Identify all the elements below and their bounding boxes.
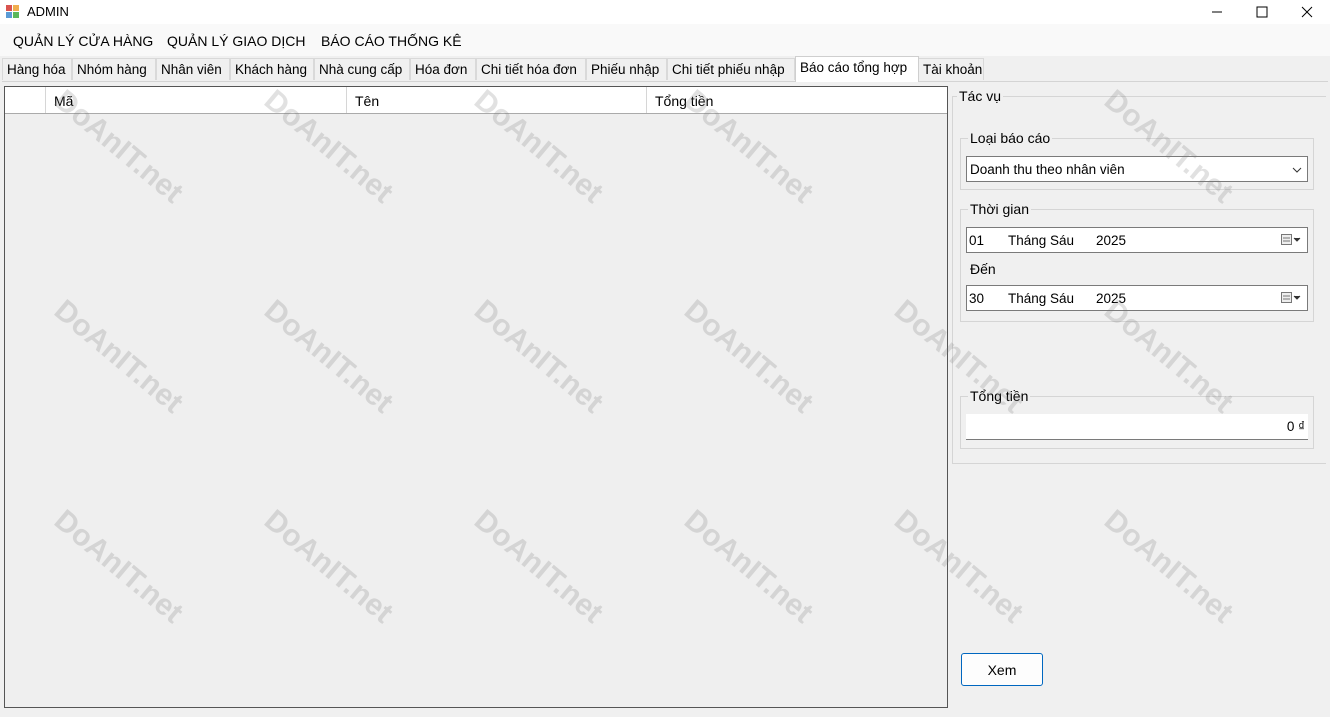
- report-type-label: Loại báo cáo: [968, 130, 1053, 146]
- tab-phieu-nhap[interactable]: Phiếu nhập: [586, 58, 667, 80]
- report-type-selected: Doanh thu theo nhân viên: [970, 162, 1125, 177]
- to-day: 30: [969, 291, 985, 306]
- chevron-down-icon: [1292, 167, 1302, 173]
- menu-quan-ly-giao-dich[interactable]: QUẢN LÝ GIAO DỊCH: [167, 33, 305, 49]
- app-icon: [6, 5, 19, 18]
- tab-nhom-hang[interactable]: Nhóm hàng: [72, 58, 156, 80]
- close-button[interactable]: [1284, 0, 1330, 24]
- view-button[interactable]: Xem: [961, 653, 1043, 686]
- total-value: 0 ₫: [1286, 419, 1305, 434]
- tab-tai-khoan[interactable]: Tài khoản: [918, 58, 984, 80]
- maximize-button[interactable]: [1239, 0, 1285, 24]
- calendar-dropdown-icon: [1281, 292, 1301, 303]
- from-year: 2025: [1096, 233, 1127, 248]
- close-icon: [1301, 6, 1313, 18]
- menu-quan-ly-cua-hang[interactable]: QUẢN LÝ CỬA HÀNG: [13, 33, 153, 49]
- column-header-ma[interactable]: Mã: [46, 87, 347, 113]
- total-label: Tổng tiền: [968, 388, 1031, 404]
- time-label: Thời gian: [968, 201, 1031, 217]
- window-title: ADMIN: [27, 4, 69, 19]
- minimize-button[interactable]: [1194, 0, 1240, 24]
- to-date-picker[interactable]: 30 Tháng Sáu 2025: [966, 285, 1308, 311]
- tab-chi-tiet-hoa-don[interactable]: Chi tiết hóa đơn: [476, 58, 586, 80]
- tab-chi-tiet-phieu-nhap[interactable]: Chi tiết phiếu nhập: [667, 58, 795, 80]
- report-type-combobox[interactable]: Doanh thu theo nhân viên: [966, 156, 1308, 182]
- from-month: Tháng Sáu: [1008, 233, 1075, 248]
- maximize-icon: [1256, 6, 1268, 18]
- menu-bao-cao-thong-ke[interactable]: BÁO CÁO THỐNG KÊ: [321, 33, 462, 49]
- tab-bao-cao-tong-hop[interactable]: Báo cáo tổng hợp: [795, 56, 919, 82]
- to-month: Tháng Sáu: [1008, 291, 1075, 306]
- tab-strip: Hàng hóa Nhóm hàng Nhân viên Khách hàng …: [0, 56, 1330, 82]
- to-year: 2025: [1096, 291, 1127, 306]
- report-grid[interactable]: Mã Tên Tổng tiền: [4, 86, 948, 708]
- actions-title: Tác vụ: [957, 88, 1004, 104]
- row-header-corner: [5, 87, 46, 113]
- title-bar: ADMIN: [0, 0, 1330, 24]
- column-header-ten[interactable]: Tên: [347, 87, 647, 113]
- calendar-dropdown-icon: [1281, 234, 1301, 245]
- column-header-tong-tien[interactable]: Tổng tiền: [647, 87, 947, 113]
- tab-nha-cung-cap[interactable]: Nhà cung cấp: [314, 58, 410, 80]
- grid-header: Mã Tên Tổng tiền: [5, 87, 947, 114]
- from-date-picker[interactable]: 01 Tháng Sáu 2025: [966, 227, 1308, 253]
- to-label: Đến: [968, 261, 998, 277]
- tab-hoa-don[interactable]: Hóa đơn: [410, 58, 476, 80]
- minimize-icon: [1212, 11, 1222, 13]
- tab-nhan-vien[interactable]: Nhân viên: [156, 58, 230, 80]
- tab-hang-hoa[interactable]: Hàng hóa: [2, 58, 72, 80]
- total-textbox[interactable]: 0 ₫: [966, 414, 1308, 440]
- menu-bar: QUẢN LÝ CỬA HÀNG QUẢN LÝ GIAO DỊCH BÁO C…: [0, 24, 1330, 56]
- from-day: 01: [969, 233, 985, 248]
- tab-khach-hang[interactable]: Khách hàng: [230, 58, 314, 80]
